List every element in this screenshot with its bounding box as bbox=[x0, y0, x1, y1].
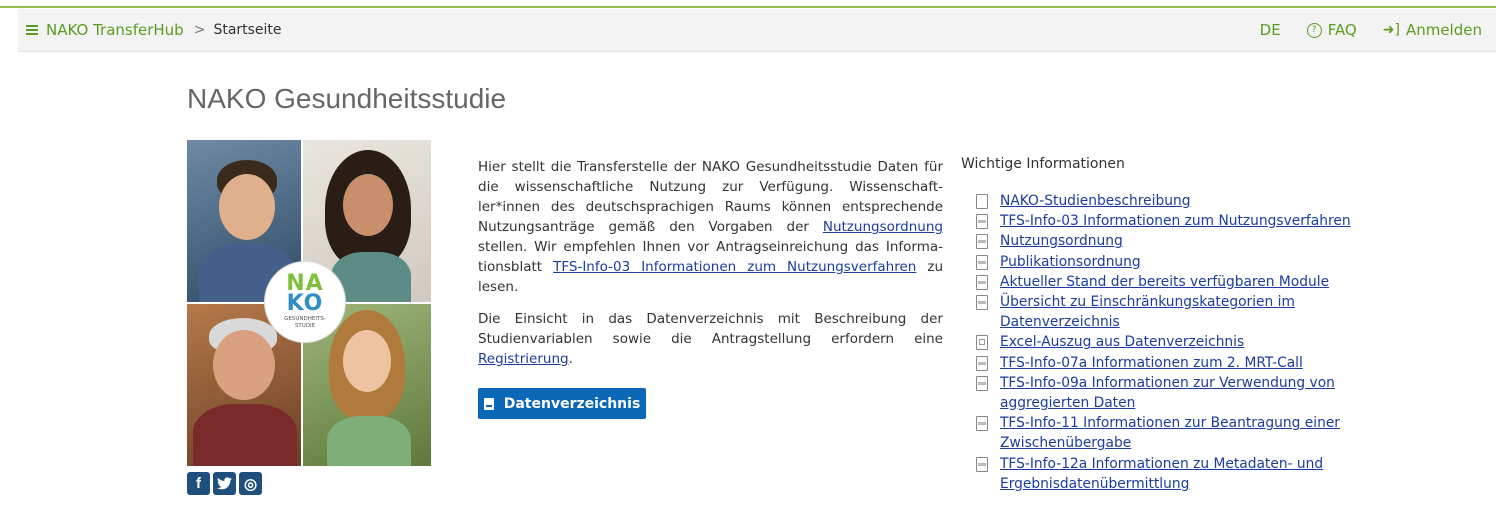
language-label: DE bbox=[1259, 21, 1281, 39]
info-link[interactable]: TFS-Info-11 Informationen zur Beantragun… bbox=[1000, 415, 1340, 451]
info-link-item: Aktueller Stand der bereits verfügbaren … bbox=[976, 272, 1356, 292]
info-link-item: Publikationsordnung bbox=[976, 252, 1356, 272]
breadcrumb-current: Startseite bbox=[213, 22, 282, 38]
navbar: NAKO TransferHub > Startseite DE ? FAQ ➜… bbox=[18, 9, 1496, 52]
info-link[interactable]: Nutzungsordnung bbox=[1000, 233, 1123, 249]
faq-link[interactable]: ? FAQ bbox=[1306, 21, 1357, 39]
faq-label: FAQ bbox=[1327, 21, 1357, 39]
social-links: f ◎ bbox=[187, 472, 262, 495]
instagram-icon[interactable]: ◎ bbox=[239, 472, 262, 495]
info-link[interactable]: Übersicht zu Einschränkungskategorien im… bbox=[1000, 294, 1295, 330]
pdf-icon bbox=[976, 274, 988, 290]
question-icon: ? bbox=[1306, 22, 1322, 38]
datenverzeichnis-label: Datenverzeichnis bbox=[503, 395, 641, 412]
info-link[interactable]: Excel-Auszug aus Datenverzeichnis bbox=[1000, 334, 1244, 350]
brand-link[interactable]: NAKO TransferHub bbox=[18, 9, 184, 51]
info-link-item: TFS-Info-12a Informationen zu Metadaten-… bbox=[976, 454, 1356, 494]
menu-icon[interactable] bbox=[26, 25, 38, 35]
login-icon: ➜] bbox=[1382, 22, 1400, 38]
intro-paragraph-2: Die Einsicht in das Datenverzeichnis mit… bbox=[478, 311, 943, 367]
pdf-icon bbox=[976, 416, 988, 432]
pdf-icon bbox=[976, 214, 988, 230]
brand-label: NAKO TransferHub bbox=[46, 21, 184, 39]
pdf-icon bbox=[976, 234, 988, 250]
info-link[interactable]: TFS-Info-03 Informationen zum Nutzungsve… bbox=[1000, 213, 1351, 229]
info-link-item: TFS-Info-07a Informationen zum 2. MRT-Ca… bbox=[976, 353, 1356, 373]
book-icon bbox=[483, 397, 494, 410]
info-link-item: TFS-Info-11 Informationen zur Beantragun… bbox=[976, 413, 1356, 453]
top-accent-line bbox=[0, 6, 1496, 8]
info-link[interactable]: TFS-Info-07a Informationen zum 2. MRT-Ca… bbox=[1000, 355, 1303, 371]
info-heading: Wichtige Informationen bbox=[961, 156, 1125, 172]
info-link-item: NAKO-Studienbeschreibung bbox=[976, 191, 1356, 211]
info-link[interactable]: NAKO-Studienbeschreibung bbox=[1000, 193, 1190, 209]
breadcrumb-separator: > bbox=[193, 22, 206, 38]
info-link-list: NAKO-Studienbeschreibung TFS-Info-03 Info… bbox=[976, 191, 1356, 494]
twitter-icon[interactable] bbox=[213, 472, 236, 495]
login-link[interactable]: ➜] Anmelden bbox=[1383, 21, 1482, 39]
intro-text: Hier stellt die Transferstelle der NAKO … bbox=[478, 157, 943, 381]
logo-subtitle: GESUNDHEITS- STUDIE bbox=[284, 316, 326, 329]
language-switch[interactable]: DE bbox=[1260, 21, 1281, 39]
info-link[interactable]: TFS-Info-09a Informationen zur Verwendun… bbox=[1000, 375, 1335, 411]
info-link-item: TFS-Info-03 Informationen zum Nutzungsve… bbox=[976, 211, 1356, 231]
datenverzeichnis-button[interactable]: Datenverzeichnis bbox=[478, 388, 646, 419]
info-link[interactable]: Publikationsordnung bbox=[1000, 254, 1141, 270]
info-link-item: Übersicht zu Einschränkungskategorien im… bbox=[976, 292, 1356, 332]
info-link-item: Excel-Auszug aus Datenverzeichnis bbox=[976, 332, 1356, 352]
info-link[interactable]: TFS-Info-12a Informationen zu Metadaten-… bbox=[1000, 456, 1323, 492]
page-title: NAKO Gesundheitsstudie bbox=[187, 83, 507, 114]
info-link-item: TFS-Info-09a Informationen zur Verwendun… bbox=[976, 373, 1356, 413]
intro-paragraph-1: Hier stellt die Transferstelle der NAKO … bbox=[478, 159, 944, 295]
pdf-icon bbox=[976, 375, 988, 391]
doc-icon bbox=[976, 194, 988, 209]
login-label: Anmelden bbox=[1405, 21, 1482, 39]
nav-actions: DE ? FAQ ➜] Anmelden bbox=[1260, 21, 1496, 39]
tfs-info-03-link[interactable]: TFS-Info-03 Informationen zum Nutzungsve… bbox=[553, 259, 916, 275]
info-link[interactable]: Aktueller Stand der bereits verfügbaren … bbox=[1000, 274, 1329, 290]
pdf-icon bbox=[976, 254, 988, 270]
facebook-icon[interactable]: f bbox=[187, 472, 210, 495]
nako-logo: NA KO GESUNDHEITS- STUDIE bbox=[265, 262, 345, 342]
study-collage-image: NA KO GESUNDHEITS- STUDIE bbox=[187, 140, 431, 466]
nutzungsordnung-link[interactable]: Nutzungsordnung bbox=[823, 219, 943, 235]
registrierung-link[interactable]: Registrierung bbox=[478, 351, 569, 367]
info-link-item: Nutzungsordnung bbox=[976, 231, 1356, 251]
pdf-icon bbox=[976, 456, 988, 472]
pdf-icon bbox=[976, 295, 988, 311]
pdf-icon bbox=[976, 355, 988, 371]
xls-icon bbox=[976, 335, 988, 351]
